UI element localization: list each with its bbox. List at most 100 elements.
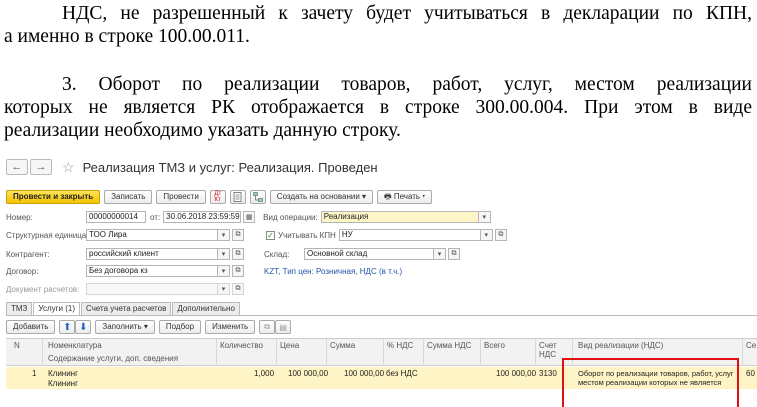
- chevron-down-icon[interactable]: ▾: [218, 283, 230, 295]
- save-button[interactable]: Записать: [104, 190, 153, 204]
- number-field[interactable]: 00000000014: [86, 211, 146, 223]
- col-sale-type: Вид реализации (НДС): [578, 341, 664, 350]
- open-icon[interactable]: ⧉: [448, 248, 460, 260]
- arrow-left-icon[interactable]: ←: [6, 159, 28, 175]
- tab-additional[interactable]: Дополнительно: [172, 302, 240, 315]
- cell-nomenclature: Клининг: [48, 369, 79, 378]
- arrow-right-icon[interactable]: →: [30, 159, 52, 175]
- chevron-down-icon[interactable]: ▾: [434, 248, 446, 260]
- open-icon[interactable]: ⧉: [232, 265, 244, 277]
- select-button[interactable]: Подбор: [158, 320, 202, 334]
- change-button[interactable]: Изменить: [205, 320, 256, 334]
- cell-account: 3130: [539, 369, 557, 378]
- paragraph-line: реализации необходимо указать данную стр…: [4, 120, 401, 141]
- cell-total: 100 000,00: [496, 369, 537, 378]
- chevron-down-icon: ▾: [422, 192, 426, 201]
- cell-price: 100 000,00: [288, 369, 329, 378]
- fill-label: Заполнить: [102, 322, 142, 331]
- paragraph-line: а именно в строке 100.00.011.: [4, 26, 250, 47]
- window-title: Реализация ТМЗ и услуг: Реализация. Пров…: [82, 159, 378, 175]
- col-qty: Количество: [220, 341, 263, 350]
- number-row: Номер: 00000000014 от: 30.06.2018 23:59:…: [6, 211, 491, 223]
- copy-icon[interactable]: ⧉: [259, 320, 276, 334]
- settlement-doc-field[interactable]: [86, 283, 218, 295]
- paragraph-turnover: 3. Оборот по реализации товаров, работ, …: [4, 73, 752, 142]
- col-nomenclature: Номенклатура: [48, 341, 102, 350]
- open-icon[interactable]: ⧉: [232, 248, 244, 260]
- chevron-down-icon[interactable]: ▾: [218, 265, 230, 277]
- col-account: Счет НДС: [539, 341, 557, 359]
- price-type-link[interactable]: KZT, Тип цен: Розничная, НДС (в т.ч.): [264, 267, 402, 276]
- col-vat-sum: Сумма НДС: [427, 341, 472, 350]
- contractor-field[interactable]: российский клиент: [86, 248, 218, 260]
- tab-services[interactable]: Услуги (1): [33, 302, 80, 315]
- warehouse-field[interactable]: Основной склад: [304, 248, 434, 260]
- open-icon[interactable]: ⧉: [232, 229, 244, 241]
- cell-n: 1: [32, 369, 37, 378]
- contract-label: Договор:: [6, 266, 39, 276]
- post-and-close-button[interactable]: Провести и закрыть: [6, 190, 101, 204]
- paragraph-line: которых не является РК отображается в ст…: [4, 97, 752, 118]
- structure-icon[interactable]: [249, 190, 266, 204]
- cell-qty: 1,000: [254, 369, 275, 378]
- open-icon[interactable]: ⧉: [232, 283, 244, 295]
- print-button[interactable]: 🖶 Печать ▾: [377, 190, 433, 204]
- warehouse-label: Склад:: [264, 249, 290, 259]
- cell-extra: 60: [746, 369, 755, 378]
- number-label: Номер:: [6, 212, 33, 222]
- open-icon[interactable]: ⧉: [494, 229, 507, 241]
- paragraph-vat-kpn: НДС, не разрешенный к зачету будет учиты…: [4, 2, 752, 48]
- paragraph-line: 3. Оборот по реализации товаров, работ, …: [62, 74, 752, 95]
- tab-settlement-accounts[interactable]: Счета учета расчетов: [81, 302, 172, 315]
- col-sum: Сумма: [330, 341, 356, 350]
- date-label: от:: [150, 212, 161, 222]
- chevron-down-icon[interactable]: ▾: [218, 248, 230, 260]
- create-based-on-button[interactable]: Создать на основании ▾: [269, 190, 374, 204]
- document-toolbar: Провести и закрыть Записать Провести Дт …: [6, 190, 433, 204]
- fill-button[interactable]: Заполнить ▾: [95, 320, 155, 334]
- operation-type-label: Вид операции:: [263, 212, 318, 222]
- struct-row: Структурная единица: ТОО Лира ▾ ⧉ ✓ Учит…: [6, 229, 507, 241]
- struct-unit-field[interactable]: ТОО Лира: [86, 229, 218, 241]
- chevron-down-icon: ▾: [362, 192, 367, 201]
- dtkt-icon[interactable]: Дт Кт: [209, 190, 226, 204]
- chevron-down-icon[interactable]: ▾: [478, 211, 491, 223]
- col-price: Цена: [280, 341, 300, 350]
- date-field[interactable]: 30.06.2018 23:59:59: [163, 211, 242, 223]
- kpn-field[interactable]: НУ: [338, 229, 481, 241]
- chevron-down-icon[interactable]: ▾: [218, 229, 230, 241]
- kpn-checkbox[interactable]: ✓: [266, 230, 275, 240]
- cell-vat-pct: без НДС: [386, 369, 418, 378]
- report-icon[interactable]: [229, 190, 246, 204]
- chevron-down-icon[interactable]: ▾: [480, 229, 493, 241]
- kpn-label: Учитывать КПН: [278, 230, 336, 240]
- arrow-up-icon[interactable]: ⬆: [59, 320, 76, 334]
- contractor-row: Контрагент: российский клиент ▾ ⧉ Склад:…: [6, 248, 460, 260]
- contractor-label: Контрагент:: [6, 249, 50, 259]
- tab-tmz[interactable]: ТМЗ: [6, 302, 33, 315]
- contract-field[interactable]: Без договора кз: [86, 265, 218, 277]
- col-extra: Се: [746, 341, 757, 350]
- printer-icon: 🖶: [384, 192, 392, 201]
- contract-row: Договор: Без договора кз ▾ ⧉ KZT, Тип це…: [6, 265, 402, 277]
- print-label: Печать: [393, 192, 421, 201]
- create-based-on-label: Создать на основании: [276, 192, 360, 201]
- cell-sum: 100 000,00: [344, 369, 385, 378]
- table-toolbar: Добавить ⬆ ⬇ Заполнить ▾ Подбор Изменить…: [6, 320, 292, 334]
- paste-icon[interactable]: ▤: [275, 320, 292, 334]
- post-button[interactable]: Провести: [156, 190, 206, 204]
- col-n: N: [14, 341, 20, 350]
- embedded-screenshot: ← → ☆ Реализация ТМЗ и услуг: Реализация…: [0, 152, 757, 407]
- star-icon[interactable]: ☆: [62, 159, 75, 176]
- arrow-down-icon[interactable]: ⬇: [75, 320, 92, 334]
- tabs-divider: [6, 315, 757, 316]
- add-row-button[interactable]: Добавить: [6, 320, 56, 334]
- struct-unit-label: Структурная единица:: [6, 230, 89, 240]
- paragraph-line: НДС, не разрешенный к зачету будет учиты…: [62, 3, 752, 24]
- operation-type-field[interactable]: Реализация: [320, 211, 479, 223]
- chevron-down-icon: ▾: [143, 322, 148, 331]
- col-vat-pct: % НДС: [387, 341, 414, 350]
- window-titlebar: ← → ☆ Реализация ТМЗ и услуг: Реализация…: [6, 158, 378, 176]
- calendar-icon[interactable]: ▦: [243, 211, 256, 223]
- settlement-row: Документ расчетов: ▾ ⧉: [6, 283, 244, 295]
